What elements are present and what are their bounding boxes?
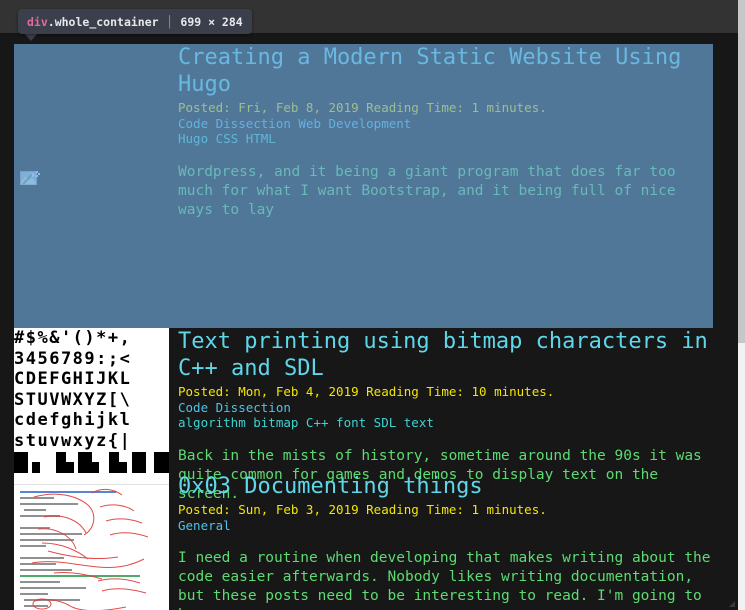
devtools-separator: | [165, 14, 174, 29]
annotated-code-image [14, 473, 169, 610]
list-item[interactable]: Creating a Modern Static Website Using H… [14, 44, 713, 328]
devtools-class-name: .whole_container [47, 14, 159, 29]
handwriting-annotation-icon [31, 488, 149, 610]
post-title[interactable]: Text printing using bitmap characters in… [178, 328, 713, 382]
post-thumbnail[interactable]: #$%&'()*+, 3456789:;< CDEFGHIJKL STUVWXY… [14, 328, 169, 473]
post-list: Creating a Modern Static Website Using H… [14, 44, 713, 610]
font-glyph-row: stuvwxyz{| [14, 430, 132, 451]
blog-page: Creating a Modern Static Website Using H… [0, 33, 738, 610]
list-item[interactable]: #$%&'()*+, 3456789:;< CDEFGHIJKL STUVWXY… [14, 328, 713, 502]
post-title[interactable]: Creating a Modern Static Website Using H… [178, 44, 713, 98]
list-item[interactable]: 0x03 Documenting things Posted: Sun, Feb… [14, 473, 713, 610]
font-glyph-row: cdefghijkl [14, 410, 132, 430]
devtools-tooltip-arrow [24, 33, 38, 41]
post-meta: Posted: Sun, Feb 3, 2019 Reading Time: 1… [178, 502, 547, 517]
font-glyph-row: CDEFGHIJKL [14, 369, 132, 389]
devtools-tag-name: div [27, 14, 48, 29]
post-meta: Posted: Mon, Feb 4, 2019 Reading Time: 1… [178, 384, 555, 399]
post-body: Creating a Modern Static Website Using H… [169, 44, 713, 220]
devtools-tooltip: div .whole_container | 699 × 284 [18, 9, 252, 34]
font-glyph-row: 3456789:;< [14, 348, 132, 369]
post-thumbnail[interactable] [14, 473, 169, 610]
post-categories[interactable]: Code Dissection [178, 400, 713, 416]
post-title[interactable]: 0x03 Documenting things [178, 473, 713, 500]
vertical-scrollbar[interactable] [738, 0, 745, 610]
browser-viewport: Creating a Modern Static Website Using H… [0, 0, 745, 610]
post-thumbnail[interactable] [14, 44, 169, 328]
broken-image-icon [20, 171, 40, 185]
post-summary: Wordpress, and it being a giant program … [178, 163, 685, 218]
devtools-dimensions: 699 × 284 [180, 14, 243, 29]
scrollbar-thumb[interactable] [738, 0, 745, 343]
font-glyph-row: #$%&'()*+, [14, 328, 132, 348]
resize-grip-icon[interactable] [728, 600, 736, 608]
post-tags[interactable]: Hugo CSS HTML [178, 131, 713, 147]
post-meta: Posted: Fri, Feb 8, 2019 Reading Time: 1… [178, 100, 547, 115]
post-body: 0x03 Documenting things Posted: Sun, Feb… [169, 473, 713, 610]
post-tags[interactable]: algorithm bitmap C++ font SDL text [178, 415, 713, 431]
bitmap-font-sheet-image: #$%&'()*+, 3456789:;< CDEFGHIJKL STUVWXY… [14, 328, 169, 473]
post-categories[interactable]: Code Dissection Web Development [178, 116, 713, 132]
font-block-row [14, 452, 169, 473]
font-glyph-row: STUVWXYZ[\ [14, 389, 132, 410]
post-categories[interactable]: General [178, 518, 713, 534]
post-summary: I need a routine when developing that ma… [178, 550, 711, 610]
